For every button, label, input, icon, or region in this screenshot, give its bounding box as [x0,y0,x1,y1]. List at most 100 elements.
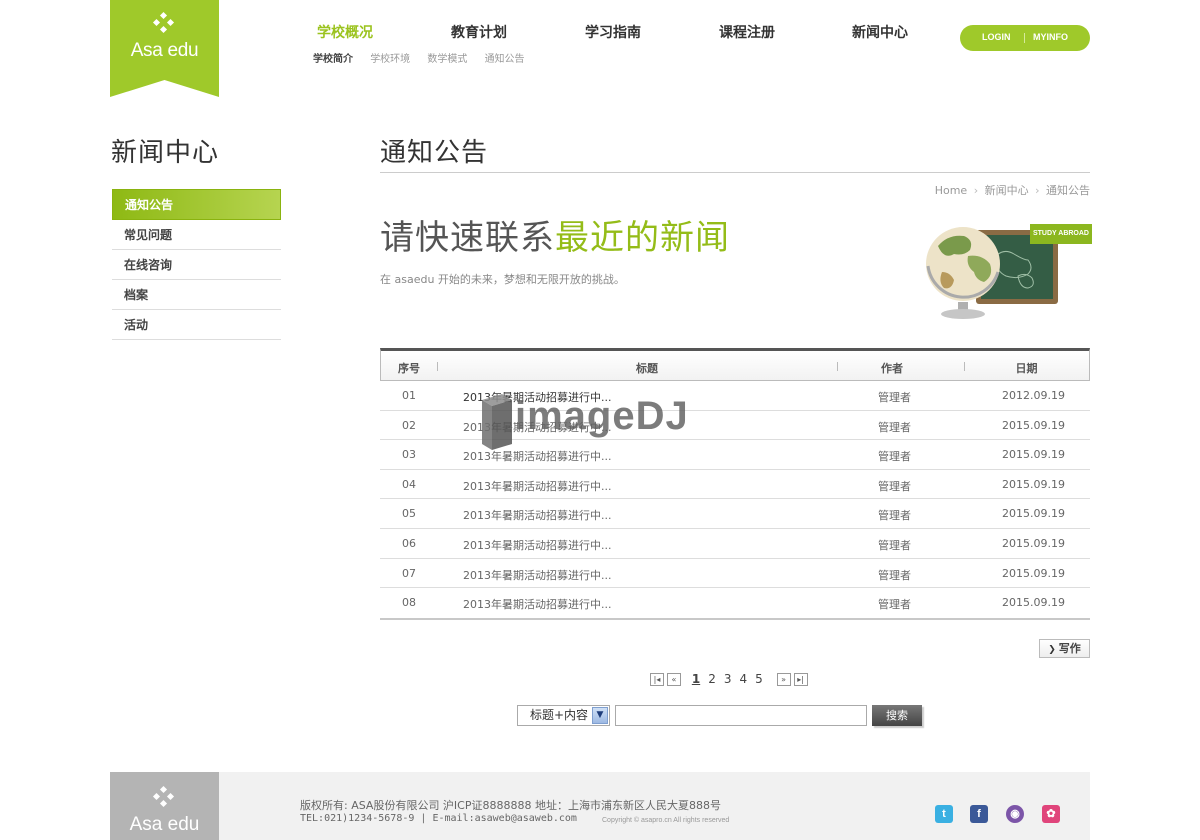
account-divider [1024,33,1025,43]
row-author: 管理者 [878,598,911,612]
footer: Asa edu 版权所有: ASA股份有限公司 沪ICP证8888888 地址：… [110,772,1090,840]
row-no: 03 [402,448,416,462]
row-date: 2015.09.19 [1002,477,1065,491]
hero-title-accent: 最近的新闻 [555,218,730,258]
footer-logo-text: Asa edu [129,814,200,835]
sidebar-title: 新闻中心 [111,138,220,168]
chat-icon[interactable]: ◉ [1006,805,1024,823]
logo-text: Asa edu [130,40,199,61]
row-title[interactable]: 2013年暑期活动招募进行中... [463,537,611,553]
page-link-3[interactable]: 3 [724,672,732,686]
first-page-icon[interactable]: |◂ [650,673,664,686]
row-title[interactable]: 2013年暑期活动招募进行中... [463,567,611,583]
prev-page-icon[interactable]: « [667,673,681,686]
page-link-2[interactable]: 2 [708,672,716,686]
row-date: 2015.09.19 [1002,566,1065,580]
table-row[interactable]: 05 2013年暑期活动招募进行中... 管理者 2015.09.19 [380,499,1090,529]
sidebar-item-consult[interactable]: 在线咨询 [112,250,281,280]
footer-company-info: 版权所有: ASA股份有限公司 沪ICP证8888888 地址：上海市浦东新区人… [300,799,721,812]
sidebar-item-faq[interactable]: 常见问题 [112,220,281,250]
table-row[interactable]: 06 2013年暑期活动招募进行中... 管理者 2015.09.19 [380,529,1090,559]
row-no: 07 [402,566,416,580]
row-author: 管理者 [878,391,911,404]
row-author: 管理者 [878,509,911,523]
twitter-icon[interactable]: t [935,805,953,823]
nav-item-education[interactable]: 教育计划 [424,22,534,42]
row-author: 管理者 [878,450,911,464]
breadcrumb-news[interactable]: 新闻中心 [985,184,1029,197]
col-header-no: 序号 [398,362,420,375]
row-title[interactable]: 2013年暑期活动招募进行中... [463,507,611,523]
footer-logo[interactable]: Asa edu [110,772,219,840]
last-page-icon[interactable]: ▸| [793,673,808,686]
row-author: 管理者 [878,479,911,493]
subnav-item-environment[interactable]: 学校环境 [370,54,410,65]
hero-subtitle: 在 asaedu 开始的未来，梦想和无限开放的挑战。 [380,273,625,286]
sidebar-item-notice[interactable]: 通知公告 [112,189,281,220]
row-date: 2015.09.19 [1002,596,1065,610]
table-row[interactable]: 08 2013年暑期活动招募进行中... 管理者 2015.09.19 [380,588,1090,618]
row-no: 04 [402,477,416,491]
page-link-4[interactable]: 4 [739,672,747,686]
row-no: 02 [402,418,416,432]
nav-item-news[interactable]: 新闻中心 [825,22,935,42]
nav-item-guide[interactable]: 学习指南 [558,22,668,42]
subnav-item-notice[interactable]: 通知公告 [485,54,525,65]
col-header-title: 标题 [636,362,658,375]
write-button-label: 写作 [1058,642,1081,655]
chevron-right-icon: › [973,184,979,197]
page-title: 通知公告 [380,138,489,168]
row-no: 08 [402,596,416,610]
sidebar-item-activity[interactable]: 活动 [112,310,281,340]
breadcrumb: Home › 新闻中心 › 通知公告 [935,182,1090,198]
footer-copyright: Copyright © asapro.cn All rights reserve… [602,817,730,824]
row-no: 05 [402,507,416,521]
sub-nav: 学校简介 学校环境 数学模式 通知公告 [313,50,539,65]
pagination: |◂ « 12345 » ▸| [650,672,811,687]
table-row[interactable]: 07 2013年暑期活动招募进行中... 管理者 2015.09.19 [380,559,1090,589]
hero-title-plain: 请快速联系 [380,218,555,258]
next-page-icon[interactable]: » [776,673,791,686]
table-row[interactable]: 04 2013年暑期活动招募进行中... 管理者 2015.09.19 [380,470,1090,500]
search-field-select[interactable]: 标题+内容 ▼ [517,705,610,726]
row-date: 2012.09.19 [1002,389,1065,402]
account-pill: LOGIN MYINFO [960,25,1090,51]
site-logo[interactable]: Asa edu [110,0,219,97]
subnav-item-model[interactable]: 数学模式 [427,54,467,65]
table-bottom-rule [380,617,1090,620]
row-date: 2015.09.19 [1002,418,1065,432]
row-title[interactable]: 2013年暑期活动招募进行中... [463,478,611,494]
chevron-right-icon: › [1035,184,1040,197]
sidebar-menu: 通知公告 常见问题 在线咨询 档案 活动 [112,189,281,340]
login-link[interactable]: LOGIN [982,32,1011,42]
breadcrumb-current: 通知公告 [1046,184,1090,197]
breadcrumb-home[interactable]: Home [935,184,967,197]
blog-icon[interactable]: ✿ [1042,805,1060,823]
globe-blackboard-illustration: STUDY ABROAD [918,216,1094,324]
chevron-down-icon[interactable]: ▼ [592,707,608,724]
write-button[interactable]: ❯ 写作 [1039,639,1090,658]
sidebar-item-archive[interactable]: 档案 [112,280,281,310]
search-button[interactable]: 搜索 [872,705,922,726]
study-abroad-tag: STUDY ABROAD [1030,224,1092,244]
notice-table: 序号 标题 作者 日期 01 2013年暑期活动招募进行中... 管理者 201… [380,348,1090,620]
row-no: 06 [402,536,416,550]
search-select-value: 标题+内容 [530,708,589,722]
row-date: 2015.09.19 [1002,507,1065,521]
facebook-icon[interactable]: f [970,805,988,823]
nav-item-register[interactable]: 课程注册 [692,22,802,42]
myinfo-link[interactable]: MYINFO [1033,32,1068,42]
subnav-item-intro[interactable]: 学校简介 [313,54,353,65]
page-link-5[interactable]: 5 [755,672,763,686]
page-link-1[interactable]: 1 [692,672,700,686]
col-header-author: 作者 [881,362,903,375]
row-title[interactable]: 2013年暑期活动招募进行中... [463,596,611,612]
watermark-cube-icon [482,394,512,450]
row-author: 管理者 [878,538,911,552]
title-divider [380,172,1090,173]
chevron-right-icon: ❯ [1048,645,1056,655]
hero-title: 请快速联系最近的新闻 [380,210,730,259]
row-author: 管理者 [878,420,911,434]
nav-item-about[interactable]: 学校概况 [290,22,400,42]
search-input[interactable] [615,705,867,726]
